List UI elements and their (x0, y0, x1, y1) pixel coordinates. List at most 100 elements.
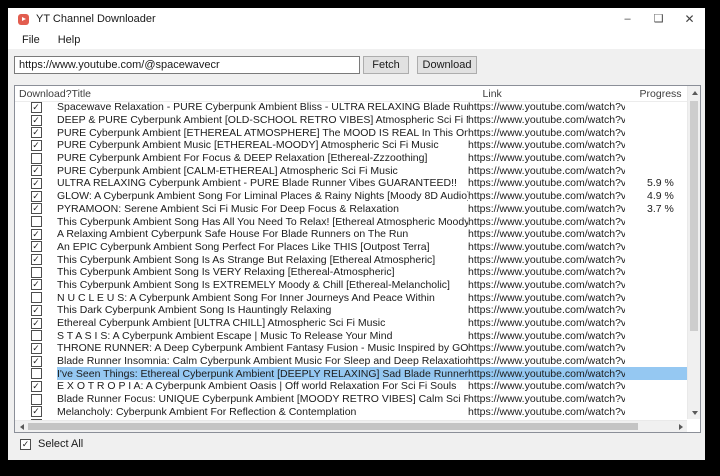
header-title[interactable]: Title (72, 86, 483, 101)
row-link[interactable]: https://www.youtube.com/watch?v=_BEoFvku… (468, 241, 625, 254)
row-checkbox[interactable] (30, 216, 42, 228)
row-checkbox[interactable] (30, 266, 42, 278)
row-checkbox[interactable]: ✓ (30, 127, 42, 139)
row-link[interactable]: https://www.youtube.com/watch?v=BOywActi… (468, 329, 625, 342)
row-link[interactable]: https://www.youtube.com/watch?v=BYvP0b4e… (468, 177, 625, 190)
table-row[interactable]: ✓ This Dark Cyberpunk Ambient Song Is Ha… (15, 304, 687, 317)
select-all-control[interactable]: ✓ Select All (20, 438, 83, 450)
table-row[interactable]: ✓ E X O T R O P I A: A Cyberpunk Ambient… (15, 380, 687, 393)
header-download[interactable]: Download? (15, 86, 72, 101)
select-all-checkbox[interactable]: ✓ (20, 438, 31, 450)
menu-file[interactable]: File (13, 32, 49, 48)
row-checkbox[interactable]: ✓ (30, 355, 42, 367)
row-link[interactable]: https://www.youtube.com/watch?v=mgjXO3pa… (468, 101, 625, 114)
row-title[interactable]: N U C L E U S: A Cyberpunk Ambient Song … (57, 291, 468, 304)
scroll-down-arrow[interactable] (688, 406, 701, 419)
table-row[interactable]: ✓ Ethereal Cyberpunk Ambient [ULTRA CHIL… (15, 317, 687, 330)
table-row[interactable]: ✓ Melancholy: Cyberpunk Ambient For Refl… (15, 406, 687, 419)
row-link[interactable]: https://www.youtube.com/watch?v=X_bSa_kc… (468, 152, 625, 165)
table-row[interactable]: This Cyberpunk Ambient Song Has All You … (15, 215, 687, 228)
row-title[interactable]: DEEP & PURE Cyberpunk Ambient [OLD-SCHOO… (57, 114, 468, 127)
row-title[interactable]: This Dark Cyberpunk Ambient Song Is Haun… (57, 304, 468, 317)
row-link[interactable]: https://www.youtube.com/watch?v=nCkyfy9t… (468, 203, 625, 216)
row-title[interactable]: This Cyberpunk Ambient Song Is As Strang… (57, 253, 468, 266)
row-link[interactable]: https://www.youtube.com/watch?v=v-PG2byv… (468, 380, 625, 393)
row-checkbox[interactable]: ✓ (30, 101, 42, 113)
row-checkbox[interactable]: ✓ (30, 228, 42, 240)
table-row[interactable]: ✓ DEEP & PURE Cyberpunk Ambient [OLD-SCH… (15, 114, 687, 127)
row-link[interactable]: https://www.youtube.com/watch?v=9Rvq_1Wr… (468, 190, 625, 203)
row-title[interactable]: A Relaxing Ambient Cyberpunk Safe House … (57, 228, 468, 241)
row-title[interactable]: E X O T R O P I A: A Cyberpunk Ambient O… (57, 380, 468, 393)
horizontal-scrollbar[interactable] (15, 420, 687, 432)
row-checkbox[interactable]: ✓ (30, 380, 42, 392)
row-checkbox[interactable]: ✓ (30, 342, 42, 354)
row-checkbox[interactable]: ✓ (30, 317, 42, 329)
header-progress[interactable]: Progress (640, 86, 687, 101)
table-row[interactable]: I've Seen Things: Ethereal Cyberpunk Amb… (15, 367, 687, 381)
table-row[interactable]: S T A S I S: A Cyberpunk Ambient Escape … (15, 329, 687, 342)
row-link[interactable]: https://www.youtube.com/watch?v=wMHEXndH… (468, 215, 625, 228)
row-checkbox[interactable] (30, 330, 42, 342)
row-title[interactable]: This Cyberpunk Ambient Song Is EXTREMELY… (57, 279, 468, 292)
row-link[interactable]: https://www.youtube.com/watch?v=LAQTKr1t… (468, 342, 625, 355)
maximize-button[interactable]: ❑ (643, 8, 674, 30)
fetch-button[interactable]: Fetch (363, 56, 409, 74)
row-link[interactable]: https://www.youtube.com/watch?v=gPsnRpRm… (468, 393, 625, 406)
table-row[interactable]: ✓ Blade Runner Insomnia: Calm Cyberpunk … (15, 355, 687, 368)
row-link[interactable]: https://www.youtube.com/watch?v=ZcwZR41J… (468, 355, 625, 368)
row-checkbox[interactable]: ✓ (30, 241, 42, 253)
row-link[interactable]: https://www.youtube.com/watch?v=tVfHYDck… (468, 164, 625, 177)
row-link[interactable]: https://www.youtube.com/watch?v=IS2TUUqZ… (468, 279, 625, 292)
minimize-button[interactable]: – (612, 8, 643, 30)
row-link[interactable]: https://www.youtube.com/watch?v=ZcseyJml… (468, 266, 625, 279)
table-row[interactable]: ✓ PURE Cyberpunk Ambient Music [ETHEREAL… (15, 139, 687, 152)
row-checkbox[interactable] (30, 152, 42, 164)
row-link[interactable]: https://www.youtube.com/watch?v=qjGICVXM… (468, 114, 625, 127)
table-row[interactable]: ✓ PURE Cyberpunk Ambient [ETHEREAL ATMOS… (15, 126, 687, 139)
row-link[interactable]: https://www.youtube.com/watch?v=zh1LO3JF… (468, 139, 625, 152)
table-row[interactable]: ✓ PURE Cyberpunk Ambient [CALM-ETHEREAL]… (15, 164, 687, 177)
scroll-left-arrow[interactable] (15, 421, 28, 432)
row-link[interactable]: https://www.youtube.com/watch?v=18zc_YJg… (468, 317, 625, 330)
row-title[interactable]: An EPIC Cyberpunk Ambient Song Perfect F… (57, 241, 468, 254)
channel-url-input[interactable] (14, 56, 360, 74)
table-row[interactable]: ✓ Spacewave Relaxation - PURE Cyberpunk … (15, 101, 687, 114)
row-title[interactable]: S T A S I S: A Cyberpunk Ambient Escape … (57, 329, 468, 342)
table-row[interactable]: N U C L E U S: A Cyberpunk Ambient Song … (15, 291, 687, 304)
menu-help[interactable]: Help (49, 32, 90, 48)
download-button[interactable]: Download (417, 56, 477, 74)
row-title[interactable]: Ethereal Cyberpunk Ambient [ULTRA CHILL]… (57, 317, 468, 330)
row-title[interactable]: I've Seen Things: Ethereal Cyberpunk Amb… (57, 367, 468, 381)
row-checkbox[interactable]: ✓ (30, 254, 42, 266)
table-row[interactable]: ✓ ULTRA RELAXING Cyberpunk Ambient - PUR… (15, 177, 687, 190)
row-link[interactable]: https://www.youtube.com/watch?v=qHmgkiEM… (468, 253, 625, 266)
row-title[interactable]: Blade Runner Insomnia: Calm Cyberpunk Am… (57, 355, 468, 368)
row-checkbox[interactable]: ✓ (30, 190, 42, 202)
row-title[interactable]: GLOW: A Cyberpunk Ambient Song For Limin… (57, 190, 468, 203)
header-link[interactable]: Link (483, 86, 640, 101)
row-link[interactable]: https://www.youtube.com/watch?v=VtbqQksy… (468, 291, 625, 304)
row-checkbox[interactable]: ✓ (30, 279, 42, 291)
row-title[interactable]: Blade Runner Focus: UNIQUE Cyberpunk Amb… (57, 393, 468, 406)
row-title[interactable]: Melancholy: Cyberpunk Ambient For Reflec… (57, 406, 468, 419)
table-row[interactable]: ✓ This Cyberpunk Ambient Song Is As Stra… (15, 253, 687, 266)
row-title[interactable]: This Cyberpunk Ambient Song Is VERY Rela… (57, 266, 468, 279)
row-link[interactable]: https://www.youtube.com/watch?v=3n7fO20_… (468, 228, 625, 241)
vertical-scroll-thumb[interactable] (690, 101, 698, 331)
row-checkbox[interactable]: ✓ (30, 114, 42, 126)
scroll-up-arrow[interactable] (688, 86, 701, 99)
row-title[interactable]: ULTRA RELAXING Cyberpunk Ambient - PURE … (57, 177, 468, 190)
row-title[interactable]: This Cyberpunk Ambient Song Has All You … (57, 215, 468, 228)
row-checkbox[interactable]: ✓ (30, 304, 42, 316)
table-row[interactable]: ✓ GLOW: A Cyberpunk Ambient Song For Lim… (15, 190, 687, 203)
row-checkbox[interactable] (30, 368, 42, 380)
table-row[interactable]: ✓ A Relaxing Ambient Cyberpunk Safe Hous… (15, 228, 687, 241)
scroll-right-arrow[interactable] (674, 421, 687, 432)
row-title[interactable]: PURE Cyberpunk Ambient Music [ETHEREAL-M… (57, 139, 468, 152)
row-title[interactable]: PURE Cyberpunk Ambient [CALM-ETHEREAL] A… (57, 164, 468, 177)
table-row[interactable]: ✓ This Cyberpunk Ambient Song Is EXTREME… (15, 279, 687, 292)
row-title[interactable]: THRONE RUNNER: A Deep Cyberpunk Ambient … (57, 342, 468, 355)
table-row[interactable]: Blade Runner Focus: UNIQUE Cyberpunk Amb… (15, 393, 687, 406)
row-title[interactable]: PURE Cyberpunk Ambient For Focus & DEEP … (57, 152, 468, 165)
